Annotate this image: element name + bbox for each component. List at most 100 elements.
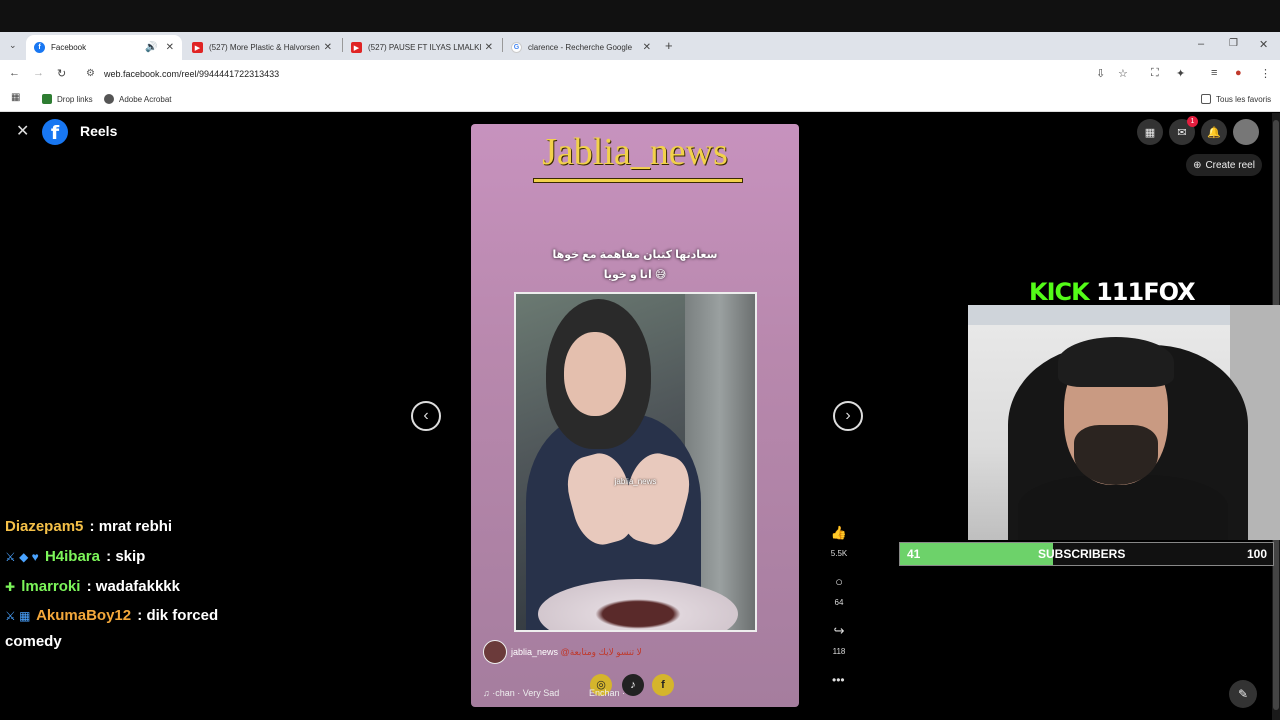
streamer-name: 111FOX bbox=[1096, 278, 1196, 306]
comment-count: 64 bbox=[834, 598, 844, 607]
page-title: Reels bbox=[80, 123, 118, 139]
next-reel-button[interactable]: › bbox=[833, 401, 863, 431]
create-reel-icon: ⊕ bbox=[1193, 159, 1202, 171]
tab-youtube-1[interactable]: ▶ (527) More Plastic & Halvorsen ✕ bbox=[184, 35, 340, 60]
reel-video[interactable]: Jablia_news سعادتها كتبان مفاهمة مع خوها… bbox=[471, 124, 799, 707]
tab-close-icon[interactable]: ✕ bbox=[324, 42, 332, 53]
chat-text: : mrat rebhi bbox=[89, 518, 173, 535]
facebook-favicon-icon: f bbox=[34, 42, 45, 53]
chat-text: : dik forced bbox=[137, 607, 219, 624]
previous-reel-button[interactable]: ‹ bbox=[411, 401, 441, 431]
subscriber-goal-fill bbox=[900, 543, 1053, 565]
bookmark-star-icon[interactable]: ☆ bbox=[1118, 67, 1128, 80]
author-avatar[interactable] bbox=[483, 640, 507, 664]
tab-title: (527) More Plastic & Halvorsen bbox=[209, 43, 320, 52]
create-reel-button[interactable]: ⊕ Create reel bbox=[1186, 154, 1262, 176]
chat-username: Diazepam5 bbox=[5, 518, 84, 535]
media-control-icon[interactable]: ≡ bbox=[1211, 67, 1217, 79]
video-caption-line-1: سعادتها كتبان مفاهمة مع خوها bbox=[552, 249, 718, 261]
browser-menu-icon[interactable]: ⋮ bbox=[1260, 67, 1271, 80]
youtube-favicon-icon: ▶ bbox=[192, 42, 203, 53]
site-info-icon[interactable]: ⚙ bbox=[86, 68, 95, 79]
tab-close-icon[interactable]: ✕ bbox=[643, 42, 651, 53]
restore-button[interactable]: ❐ bbox=[1229, 38, 1238, 49]
tab-title: Facebook bbox=[51, 43, 87, 52]
apps-grid-icon[interactable]: ▦ bbox=[11, 92, 20, 103]
person-face bbox=[564, 332, 626, 416]
window-close-button[interactable]: ✕ bbox=[1259, 38, 1268, 51]
sub-goal-label: SUBSCRIBERS bbox=[1038, 547, 1126, 561]
tab-title: clarence - Recherche Google bbox=[528, 43, 633, 52]
tab-facebook[interactable]: f Facebook 🔊 ✕ bbox=[26, 35, 182, 60]
title-underline bbox=[533, 178, 743, 183]
edit-icon[interactable]: ✎ bbox=[1229, 680, 1257, 708]
sub-goal-target: 100 bbox=[1246, 547, 1267, 561]
tab-youtube-2[interactable]: ▶ (527) PAUSE FT ILYAS LMALKI - ✕ bbox=[343, 35, 501, 60]
like-icon: 👍 bbox=[830, 525, 848, 540]
author-name[interactable]: jablia_news bbox=[511, 647, 558, 657]
extensions-puzzle-icon[interactable]: ✦ bbox=[1176, 67, 1185, 80]
share-count: 118 bbox=[832, 647, 846, 656]
notifications-bell-icon[interactable]: 🔔 bbox=[1201, 119, 1227, 145]
music-track: ·chan · Very Sad bbox=[492, 688, 560, 698]
bookmark-drop-links[interactable]: Drop links bbox=[42, 94, 93, 104]
avatar[interactable] bbox=[1233, 119, 1259, 145]
install-icon[interactable]: ⇩ bbox=[1096, 67, 1105, 80]
chat-badges: ⚔ ◆ ♥ bbox=[5, 550, 39, 564]
music-info[interactable]: ♫ ·chan · Very Sad bbox=[483, 688, 559, 698]
music-track-next: Enchan · bbox=[589, 688, 626, 698]
url-text: web.facebook.com/reel/9944441722313433 bbox=[104, 69, 280, 79]
music-icon: ♫ bbox=[483, 688, 493, 698]
profile-extension-icon[interactable]: ● bbox=[1235, 67, 1242, 79]
chat-username: lmarroki bbox=[21, 578, 81, 595]
chat-text: : skip bbox=[106, 548, 146, 565]
speaker-icon[interactable]: 🔊 bbox=[145, 42, 157, 53]
google-favicon-icon: G bbox=[511, 42, 522, 53]
bookmark-adobe-acrobat[interactable]: Adobe Acrobat bbox=[104, 94, 171, 104]
chat-badges: ⚔ ▦ bbox=[5, 609, 31, 623]
comment-icon: ○ bbox=[835, 574, 843, 589]
tab-google[interactable]: G clarence - Recherche Google ✕ bbox=[503, 35, 659, 60]
chat-badges: ✚ bbox=[5, 580, 16, 594]
video-clip-frame: jablia_news bbox=[514, 292, 757, 632]
browser-toolbar: ← → ↻ ⚙ web.facebook.com/reel/9944441722… bbox=[0, 60, 1280, 88]
all-bookmarks[interactable]: Tous les favoris bbox=[1201, 94, 1271, 104]
chat-message: ⚔ ▦ AkumaBoy12 : dik forced bbox=[5, 607, 218, 624]
streamer-hair bbox=[1058, 337, 1174, 387]
subscriber-goal-bar: 41 SUBSCRIBERS 100 bbox=[899, 542, 1274, 566]
chat-message: Diazepam5 : mrat rebhi bbox=[5, 518, 172, 535]
sub-goal-current: 41 bbox=[907, 547, 921, 561]
forward-icon[interactable]: → bbox=[33, 67, 44, 79]
facebook-logo-icon[interactable]: f bbox=[42, 119, 68, 145]
tab-strip: ⌄ f Facebook 🔊 ✕ ▶ (527) More Plastic & … bbox=[0, 32, 1280, 60]
chat-message: ✚ lmarroki : wadafakkkk bbox=[5, 578, 180, 595]
like-action[interactable]: 👍 5.5K bbox=[827, 523, 851, 558]
more-options-icon[interactable]: ••• bbox=[832, 673, 845, 687]
back-icon[interactable]: ← bbox=[9, 67, 20, 79]
tab-close-icon[interactable]: ✕ bbox=[166, 42, 174, 53]
tab-close-icon[interactable]: ✕ bbox=[485, 42, 493, 53]
chat-message: ⚔ ◆ ♥ H4ibara : skip bbox=[5, 548, 145, 565]
reload-icon[interactable]: ↻ bbox=[57, 67, 66, 80]
close-icon[interactable]: ✕ bbox=[16, 121, 29, 141]
author-caption: @لا تنسو لايك ومتابعة bbox=[560, 647, 642, 657]
webcam-overlay bbox=[968, 305, 1280, 540]
address-bar[interactable]: ⚙ web.facebook.com/reel/9944441722313433 bbox=[80, 63, 1140, 85]
kick-label: KICK bbox=[1029, 278, 1090, 306]
extension-icon[interactable]: ⛶ bbox=[1151, 67, 1159, 80]
minimize-button[interactable]: – bbox=[1198, 38, 1204, 50]
tab-search-icon[interactable]: ⌄ bbox=[9, 40, 17, 51]
share-action[interactable]: ↪ 118 bbox=[827, 621, 851, 656]
streamer-beard bbox=[1074, 425, 1158, 485]
new-tab-button[interactable]: + bbox=[665, 38, 673, 53]
comment-action[interactable]: ○ 64 bbox=[827, 572, 851, 607]
create-reel-label: Create reel bbox=[1205, 159, 1255, 171]
drop-links-icon bbox=[42, 94, 52, 104]
menu-grid-icon[interactable]: ▦ bbox=[1137, 119, 1163, 145]
youtube-favicon-icon: ▶ bbox=[351, 42, 362, 53]
tiktok-icon: ♪ bbox=[622, 674, 644, 696]
chat-message-continuation: comedy bbox=[5, 633, 62, 650]
chat-text: : wadafakkkk bbox=[86, 578, 180, 595]
bookmarks-bar: ▦ Drop links Adobe Acrobat Tous les favo… bbox=[0, 88, 1280, 112]
top-black-bar bbox=[0, 0, 1280, 32]
